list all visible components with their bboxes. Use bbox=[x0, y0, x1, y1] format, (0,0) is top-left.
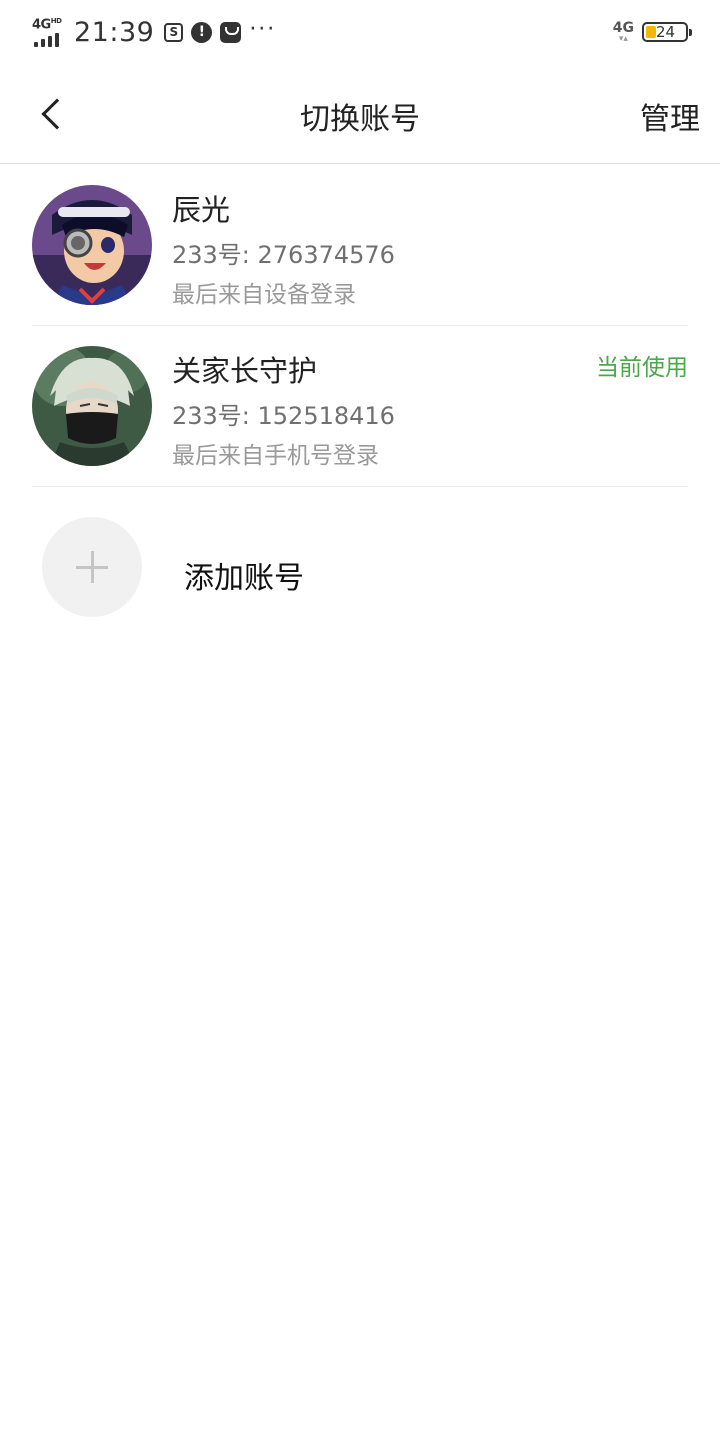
account-name: 关家长守护 bbox=[172, 354, 318, 388]
battery-fill bbox=[646, 26, 656, 38]
avatar-image-conan bbox=[32, 185, 152, 305]
account-item[interactable]: 关家长守护 233号: 152518416 最后来自手机号登录 当前使用 bbox=[32, 326, 688, 487]
shopping-icon bbox=[220, 21, 242, 43]
account-name: 辰光 bbox=[172, 193, 231, 227]
battery-icon: 24 bbox=[642, 22, 692, 42]
network-hd: HD bbox=[50, 17, 62, 25]
avatar bbox=[32, 185, 152, 305]
current-account-badge: 当前使用 bbox=[596, 355, 688, 381]
avatar-image-kakashi bbox=[32, 346, 152, 466]
account-last-login: 最后来自手机号登录 bbox=[172, 443, 379, 469]
screenshot-icon: S bbox=[164, 22, 184, 42]
account-id: 233号: 152518416 bbox=[172, 402, 395, 430]
signal-icon: 4GHD bbox=[32, 17, 68, 47]
manage-button[interactable]: 管理 bbox=[640, 94, 700, 138]
account-id: 233号: 276374576 bbox=[172, 241, 395, 269]
more-dots-icon: ··· bbox=[249, 16, 277, 42]
plus-icon bbox=[42, 517, 142, 617]
status-bar: 4GHD 21:39 S ! ··· 4G ▾▴ 24 bbox=[0, 0, 720, 64]
avatar bbox=[32, 346, 152, 466]
page-title: 切换账号 bbox=[300, 102, 420, 137]
status-time: 21:39 bbox=[74, 16, 155, 48]
add-account-label: 添加账号 bbox=[184, 561, 304, 596]
alert-icon: ! bbox=[191, 21, 213, 43]
status-left: 4GHD 21:39 S ! ··· bbox=[32, 14, 276, 50]
network-type: 4G bbox=[32, 17, 51, 33]
account-last-login: 最后来自设备登录 bbox=[172, 282, 356, 308]
battery-percent: 24 bbox=[656, 23, 676, 41]
add-account-button[interactable]: 添加账号 bbox=[32, 497, 688, 637]
account-item[interactable]: 辰光 233号: 276374576 最后来自设备登录 bbox=[32, 165, 688, 326]
mobile-data-icon: 4G ▾▴ bbox=[612, 19, 634, 44]
status-right: 4G ▾▴ 24 bbox=[612, 18, 692, 46]
nav-header: 切换账号 管理 bbox=[0, 64, 720, 164]
